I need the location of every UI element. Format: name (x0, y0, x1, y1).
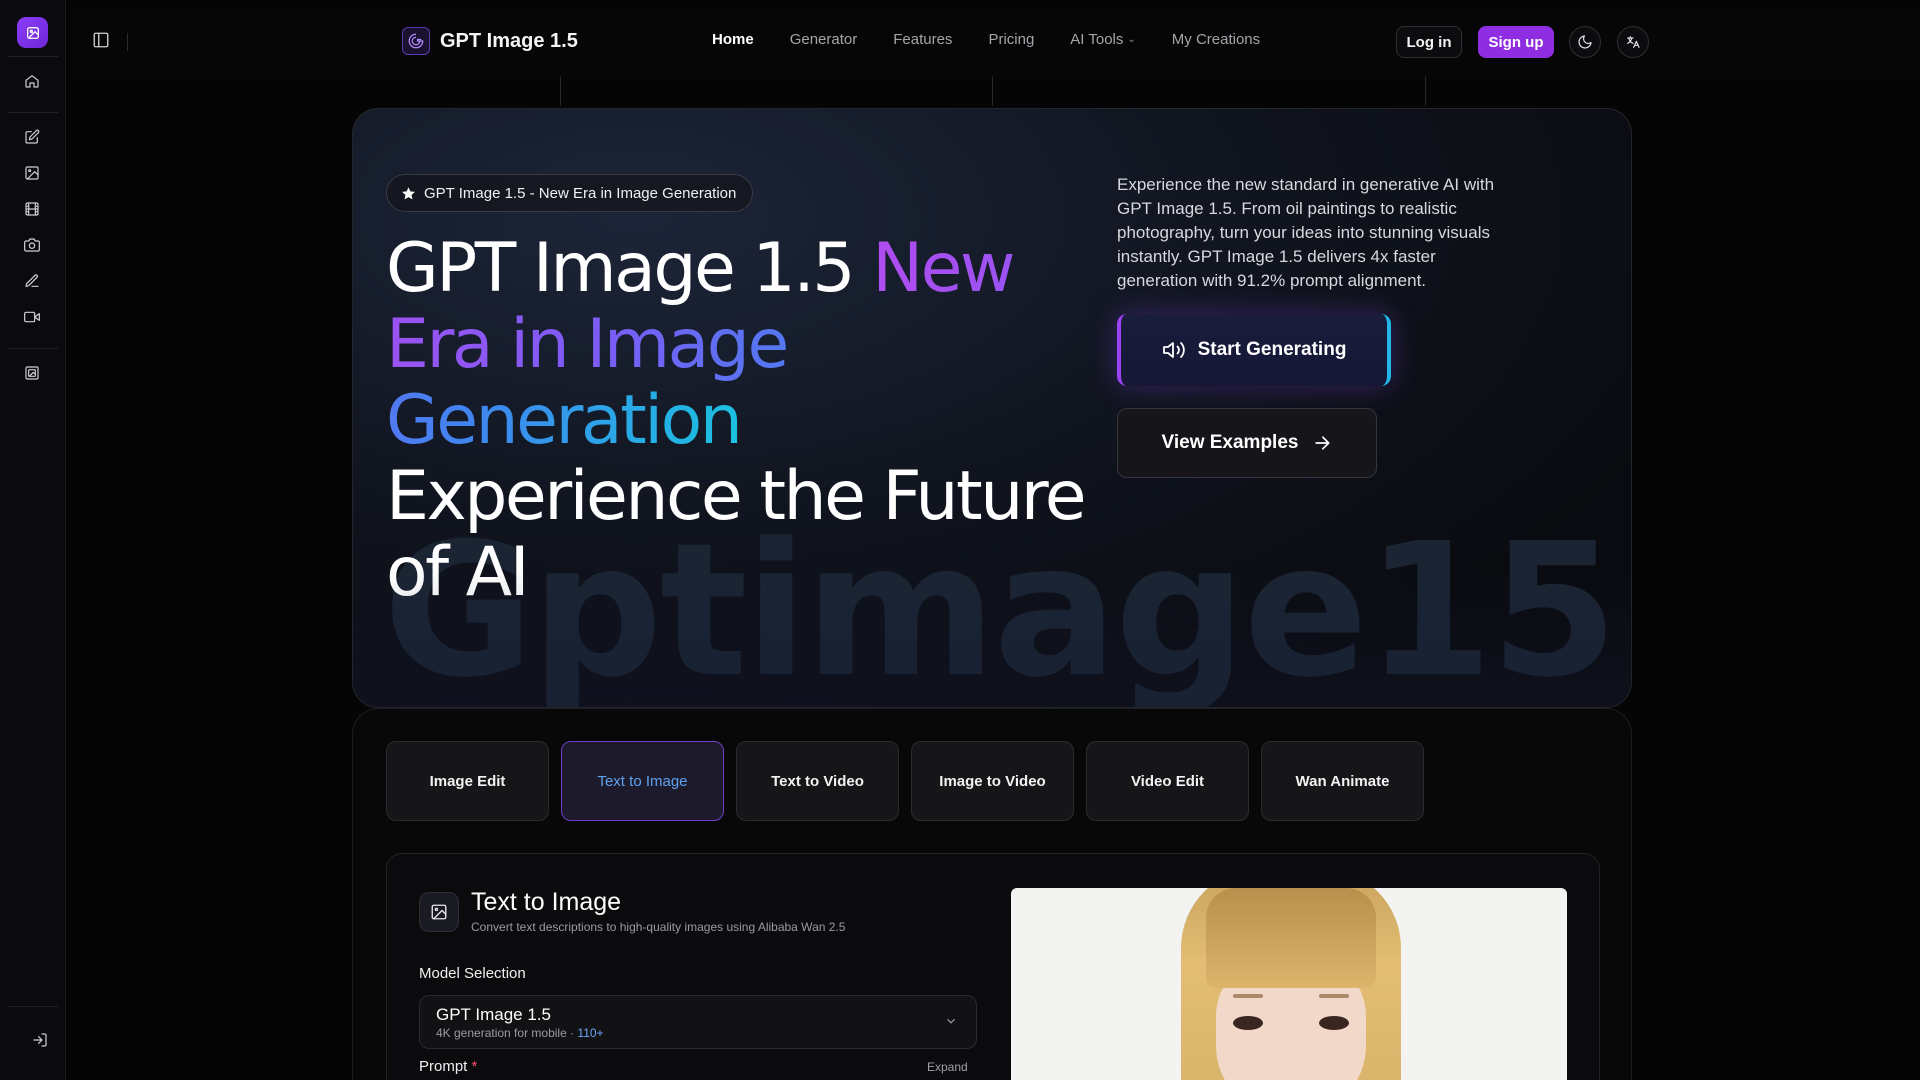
edit-icon[interactable] (21, 126, 43, 148)
tab-image-edit[interactable]: Image Edit (386, 741, 549, 821)
camera-icon[interactable] (21, 234, 43, 256)
sidebar-toggle-icon[interactable] (92, 31, 114, 53)
rail-divider (8, 1006, 58, 1007)
bg-grid-line (560, 76, 561, 106)
model-name: GPT Image 1.5 (436, 1005, 551, 1024)
bg-grid-line (992, 76, 993, 106)
model-selection-label: Model Selection (419, 965, 526, 982)
view-examples-button[interactable]: View Examples (1117, 408, 1377, 478)
app-logo-icon[interactable] (17, 17, 48, 48)
tab-wan-animate[interactable]: Wan Animate (1261, 741, 1424, 821)
headline-tail: Experience the Future of AI (386, 457, 1087, 612)
chevron-down-icon: ⌄ (1127, 34, 1136, 45)
brand-logo-icon (402, 27, 430, 55)
logout-icon[interactable] (29, 1029, 51, 1051)
hero-badge-text: GPT Image 1.5 - New Era in Image Generat… (424, 184, 737, 202)
bg-grid-line (1425, 76, 1426, 106)
tools-section: Image Edit Text to Image Text to Video I… (352, 708, 1632, 1080)
expand-link[interactable]: Expand (927, 1060, 968, 1074)
nav-generator[interactable]: Generator (790, 31, 858, 48)
hero-section: Gptimage15.org GPT Image 1.5 - New Era i… (352, 108, 1632, 708)
card-subtitle: Convert text descriptions to high-qualit… (471, 920, 846, 934)
login-button[interactable]: Log in (1396, 26, 1462, 58)
rail-divider (8, 56, 58, 57)
theme-toggle-moon-icon[interactable] (1569, 26, 1601, 58)
language-icon[interactable] (1617, 26, 1649, 58)
preview-brow (1319, 994, 1349, 998)
nav-features[interactable]: Features (893, 31, 952, 48)
home-icon[interactable] (21, 70, 43, 92)
main-nav: Home Generator Features Pricing AI Tools… (712, 31, 1296, 48)
pen-icon[interactable] (21, 270, 43, 292)
model-description: 4K generation for mobile · 110+ (436, 1026, 604, 1040)
signup-button[interactable]: Sign up (1478, 26, 1554, 58)
header-divider (127, 33, 128, 51)
preview-bangs (1206, 888, 1376, 988)
required-marker: * (471, 1058, 478, 1075)
star-icon (402, 186, 415, 199)
card-title: Text to Image (471, 888, 622, 916)
text-to-image-card: Text to Image Convert text descriptions … (386, 853, 1600, 1080)
brand-name: GPT Image 1.5 (440, 29, 578, 52)
tool-tabs: Image Edit Text to Image Text to Video I… (386, 741, 1424, 821)
video-icon[interactable] (21, 306, 43, 328)
nav-home[interactable]: Home (712, 31, 754, 48)
hero-description: Experience the new standard in generativ… (1117, 175, 1495, 290)
tab-video-edit[interactable]: Video Edit (1086, 741, 1249, 821)
image-icon (419, 892, 459, 932)
nav-ai-tools[interactable]: AI Tools ⌄ (1070, 31, 1135, 48)
start-generating-label: Start Generating (1197, 339, 1347, 360)
preview-eye (1319, 1016, 1349, 1030)
hero-badge: GPT Image 1.5 - New Era in Image Generat… (386, 174, 754, 212)
preview-brow (1233, 994, 1263, 998)
model-badge: 110+ (577, 1026, 604, 1040)
image-icon[interactable] (21, 162, 43, 184)
tab-text-to-image[interactable]: Text to Image (561, 741, 724, 821)
left-rail (0, 0, 66, 1080)
hero-headline: GPT Image 1.5 New Era in Image Generatio… (386, 231, 1106, 611)
nav-ai-tools-label: AI Tools (1070, 31, 1124, 48)
film-icon[interactable] (21, 198, 43, 220)
preview-image (1011, 888, 1567, 1080)
rail-divider (8, 348, 58, 349)
prompt-label: Prompt * (419, 1058, 477, 1075)
view-examples-label: View Examples (1161, 432, 1299, 453)
chevron-down-icon (947, 1018, 955, 1024)
gallery-icon[interactable] (21, 362, 43, 384)
tab-image-to-video[interactable]: Image to Video (911, 741, 1074, 821)
prompt-label-text: Prompt (419, 1058, 468, 1075)
headline-white: GPT Image 1.5 (386, 229, 873, 308)
nav-pricing[interactable]: Pricing (988, 31, 1034, 48)
speaker-icon (1162, 342, 1185, 358)
preview-eye (1233, 1016, 1263, 1030)
arrow-right-icon (1315, 436, 1330, 450)
nav-my-creations[interactable]: My Creations (1172, 31, 1260, 48)
top-header: GPT Image 1.5 Home Generator Features Pr… (72, 8, 1920, 76)
tab-text-to-video[interactable]: Text to Video (736, 741, 899, 821)
start-generating-button[interactable]: Start Generating (1117, 314, 1391, 386)
model-select[interactable]: GPT Image 1.5 4K generation for mobile ·… (419, 995, 977, 1049)
rail-divider (8, 112, 58, 113)
model-desc-text: 4K generation for mobile · (436, 1026, 578, 1040)
brand[interactable]: GPT Image 1.5 (402, 27, 578, 55)
